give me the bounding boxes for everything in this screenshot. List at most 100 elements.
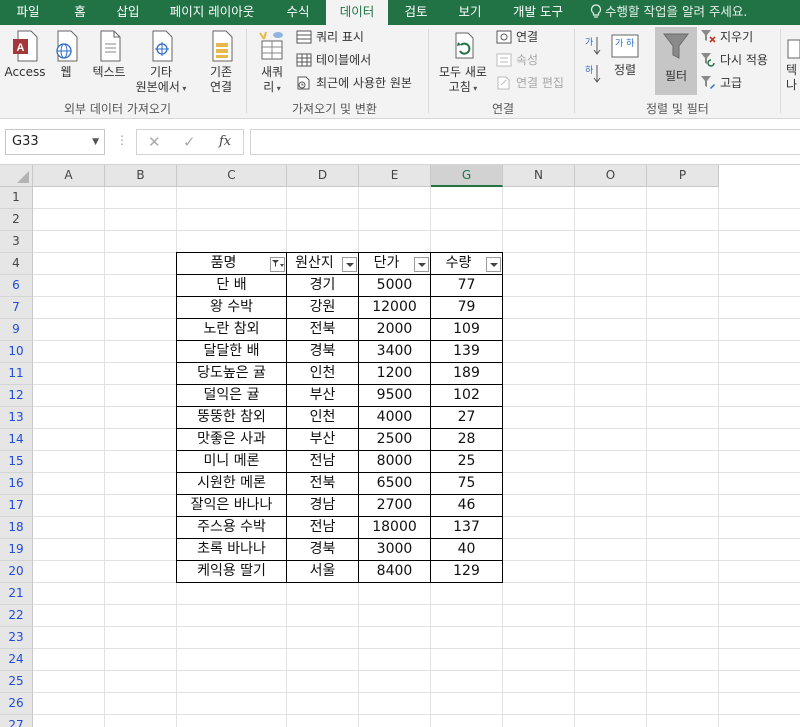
row-header-3[interactable]: 3 bbox=[0, 231, 33, 253]
table-cell[interactable]: 18000 bbox=[359, 517, 430, 538]
table-cell[interactable]: 미니 메론 bbox=[177, 451, 286, 472]
row-header-14[interactable]: 14 bbox=[0, 429, 33, 451]
table-cell[interactable]: 주스용 수박 bbox=[177, 517, 286, 538]
row-header-18[interactable]: 18 bbox=[0, 517, 33, 539]
chevron-down-icon[interactable]: ▼ bbox=[92, 130, 99, 154]
tab-page-layout[interactable]: 페이지 레이아웃 bbox=[152, 0, 272, 25]
table-cell[interactable]: 109 bbox=[431, 319, 502, 340]
column-header-n[interactable]: N bbox=[503, 165, 575, 187]
row-header-22[interactable]: 22 bbox=[0, 605, 33, 627]
properties-button[interactable]: 속성 bbox=[496, 50, 538, 70]
clear-filter-button[interactable]: 지우기 bbox=[700, 27, 753, 47]
row-header-17[interactable]: 17 bbox=[0, 495, 33, 517]
from-text-button[interactable]: 텍스트 bbox=[86, 29, 132, 80]
enter-check-icon[interactable]: ✓ bbox=[183, 133, 196, 151]
row-header-19[interactable]: 19 bbox=[0, 539, 33, 561]
recent-sources-button[interactable]: 최근에 사용한 원본 bbox=[296, 73, 412, 93]
row-header-9[interactable]: 9 bbox=[0, 319, 33, 341]
row-header-4[interactable]: 4 bbox=[0, 253, 33, 275]
table-cell[interactable]: 전남 bbox=[287, 451, 358, 472]
table-cell[interactable]: 전북 bbox=[287, 473, 358, 494]
refresh-all-button[interactable]: 모두 새로 고침 ▾ bbox=[434, 29, 492, 96]
tab-developer[interactable]: 개발 도구 bbox=[498, 0, 578, 25]
column-header-e[interactable]: E bbox=[359, 165, 431, 187]
column-header-a[interactable]: A bbox=[33, 165, 105, 187]
table-cell[interactable]: 전북 bbox=[287, 319, 358, 340]
row-header-10[interactable]: 10 bbox=[0, 341, 33, 363]
table-cell[interactable]: 189 bbox=[431, 363, 502, 384]
tell-me-search[interactable]: 수행할 작업을 알려 주세요. bbox=[590, 0, 747, 25]
table-cell[interactable]: 2700 bbox=[359, 495, 430, 516]
table-cell[interactable]: 8000 bbox=[359, 451, 430, 472]
table-cell[interactable]: 4000 bbox=[359, 407, 430, 428]
sort-button[interactable]: 가하 정렬 bbox=[606, 33, 644, 78]
column-header-b[interactable]: B bbox=[105, 165, 177, 187]
table-cell[interactable]: 1200 bbox=[359, 363, 430, 384]
cancel-icon[interactable]: ✕ bbox=[148, 133, 161, 151]
table-cell[interactable]: 인천 bbox=[287, 363, 358, 384]
insert-function-icon[interactable]: fx bbox=[219, 134, 231, 149]
column-header-g[interactable]: G bbox=[431, 165, 503, 187]
tab-view[interactable]: 보기 bbox=[444, 0, 496, 25]
table-cell[interactable]: 6500 bbox=[359, 473, 430, 494]
row-header-23[interactable]: 23 bbox=[0, 627, 33, 649]
from-table-button[interactable]: 테이블에서 bbox=[296, 50, 371, 70]
table-cell[interactable]: 서울 bbox=[287, 561, 358, 582]
from-access-button[interactable]: A Access bbox=[4, 29, 46, 80]
column-header-d[interactable]: D bbox=[287, 165, 359, 187]
row-header-27[interactable]: 27 bbox=[0, 715, 33, 727]
filter-dropdown-button[interactable] bbox=[414, 257, 429, 272]
row-header-6[interactable]: 6 bbox=[0, 275, 33, 297]
table-cell[interactable]: 인천 bbox=[287, 407, 358, 428]
table-cell[interactable]: 102 bbox=[431, 385, 502, 406]
table-cell[interactable]: 129 bbox=[431, 561, 502, 582]
table-cell[interactable]: 경북 bbox=[287, 341, 358, 362]
table-cell[interactable]: 맛좋은 사과 bbox=[177, 429, 286, 450]
table-cell[interactable]: 77 bbox=[431, 275, 502, 296]
table-cell[interactable]: 2000 bbox=[359, 319, 430, 340]
from-web-button[interactable]: 웹 bbox=[50, 29, 82, 80]
column-header-o[interactable]: O bbox=[575, 165, 647, 187]
table-cell[interactable]: 잘익은 바나나 bbox=[177, 495, 286, 516]
row-header-26[interactable]: 26 bbox=[0, 693, 33, 715]
table-cell[interactable]: 경남 bbox=[287, 495, 358, 516]
filter-button[interactable]: 필터 bbox=[655, 27, 697, 95]
filter-active-dropdown-button[interactable] bbox=[270, 257, 285, 272]
row-header-2[interactable]: 2 bbox=[0, 209, 33, 231]
tab-file[interactable]: 파일 bbox=[0, 0, 56, 25]
tab-insert[interactable]: 삽입 bbox=[104, 0, 152, 25]
table-cell[interactable]: 강원 bbox=[287, 297, 358, 318]
table-cell[interactable]: 초록 바나나 bbox=[177, 539, 286, 560]
filter-dropdown-button[interactable] bbox=[486, 257, 501, 272]
table-cell[interactable]: 덜익은 귤 bbox=[177, 385, 286, 406]
table-cell[interactable]: 27 bbox=[431, 407, 502, 428]
select-all-button[interactable] bbox=[0, 165, 33, 187]
tab-review[interactable]: 검토 bbox=[390, 0, 442, 25]
row-header-13[interactable]: 13 bbox=[0, 407, 33, 429]
row-header-16[interactable]: 16 bbox=[0, 473, 33, 495]
edit-links-button[interactable]: 연결 편집 bbox=[496, 73, 564, 93]
column-header-p[interactable]: P bbox=[647, 165, 719, 187]
table-cell[interactable]: 달달한 배 bbox=[177, 341, 286, 362]
table-cell[interactable]: 9500 bbox=[359, 385, 430, 406]
table-cell[interactable]: 40 bbox=[431, 539, 502, 560]
row-header-24[interactable]: 24 bbox=[0, 649, 33, 671]
table-cell[interactable]: 75 bbox=[431, 473, 502, 494]
table-cell[interactable]: 12000 bbox=[359, 297, 430, 318]
row-header-20[interactable]: 20 bbox=[0, 561, 33, 583]
table-cell[interactable]: 28 bbox=[431, 429, 502, 450]
table-cell[interactable]: 3400 bbox=[359, 341, 430, 362]
table-cell[interactable]: 뚱뚱한 참외 bbox=[177, 407, 286, 428]
row-header-1[interactable]: 1 bbox=[0, 187, 33, 209]
table-cell[interactable]: 46 bbox=[431, 495, 502, 516]
table-cell[interactable]: 전남 bbox=[287, 517, 358, 538]
row-header-11[interactable]: 11 bbox=[0, 363, 33, 385]
table-cell[interactable]: 139 bbox=[431, 341, 502, 362]
table-cell[interactable]: 노란 참외 bbox=[177, 319, 286, 340]
formula-bar-grip-icon[interactable]: ⋮ bbox=[116, 133, 128, 147]
show-queries-button[interactable]: 쿼리 표시 bbox=[296, 27, 364, 47]
new-query-button[interactable]: 새쿼 리 ▾ bbox=[254, 29, 290, 96]
row-header-12[interactable]: 12 bbox=[0, 385, 33, 407]
table-cell[interactable]: 왕 수박 bbox=[177, 297, 286, 318]
table-cell[interactable]: 3000 bbox=[359, 539, 430, 560]
